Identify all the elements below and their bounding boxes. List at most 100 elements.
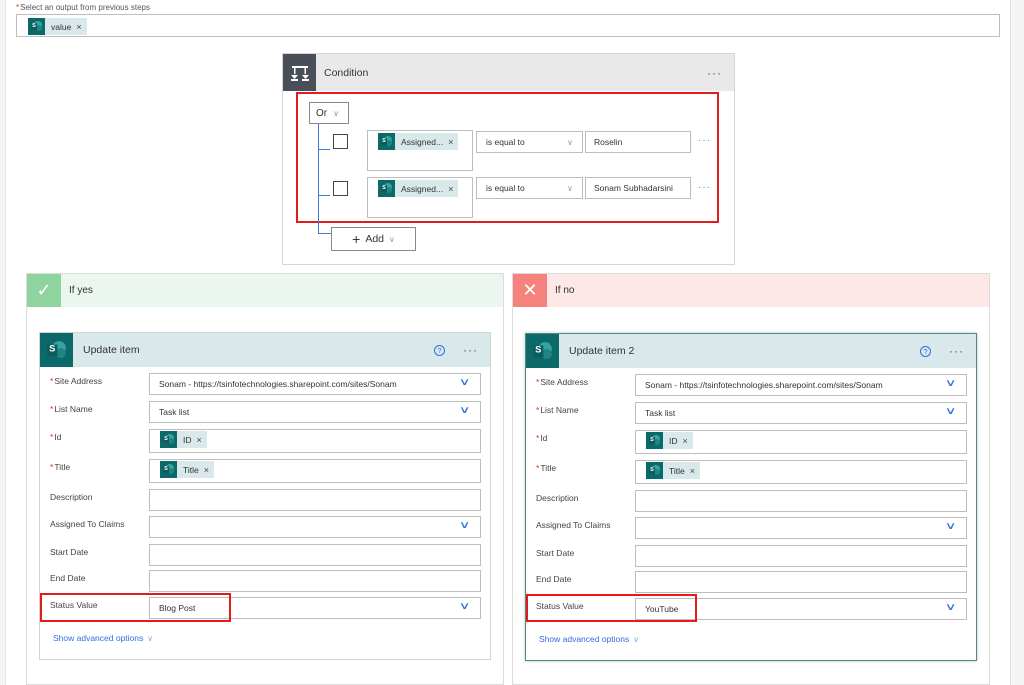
if-no-label: If no <box>555 285 575 296</box>
row-checkbox[interactable] <box>333 134 348 149</box>
if-yes-header[interactable]: ✓ If yes <box>27 274 503 307</box>
add-button[interactable]: + Add ∨ <box>331 227 416 251</box>
select-output-label: *Select an output from previous steps <box>16 3 150 12</box>
sharepoint-icon: S <box>160 431 177 448</box>
condition-value-input[interactable]: Roselin <box>585 131 691 153</box>
field-assigned-to-claims: Assigned To Claims ∨ <box>40 516 490 538</box>
remove-token-icon[interactable]: × <box>197 435 202 445</box>
group-operator-dropdown[interactable]: Or ∨ <box>309 102 349 124</box>
required-mark: * <box>536 405 540 415</box>
id-input[interactable]: S ID × <box>149 429 481 453</box>
assigned-to-claims-dropdown[interactable]: ∨ <box>149 516 481 538</box>
title-token[interactable]: S Title × <box>646 462 701 479</box>
field-label: Description <box>50 492 93 502</box>
value-token[interactable]: S value × <box>28 18 87 35</box>
more-options-icon[interactable]: ··· <box>463 343 478 357</box>
remove-token-icon[interactable]: × <box>683 436 688 446</box>
show-advanced-options-link[interactable]: Show advanced options ∨ <box>53 633 153 643</box>
site-address-dropdown[interactable]: Sonam - https://tsinfotechnologies.share… <box>149 373 481 395</box>
field-label: *Title <box>536 463 556 473</box>
label-text: Id <box>54 432 62 442</box>
condition-operator-dropdown[interactable]: is equal to ∨ <box>476 131 583 153</box>
remove-token-icon[interactable]: × <box>76 22 81 32</box>
field-list-name: *List Name Task list ∨ <box>526 402 976 424</box>
token-label: value <box>51 21 72 32</box>
field-label: *Title <box>50 462 70 472</box>
start-date-input[interactable] <box>149 544 481 566</box>
title-input[interactable]: S Title × <box>635 460 967 484</box>
description-input[interactable] <box>149 489 481 511</box>
chevron-down-icon: ∨ <box>944 378 957 389</box>
tree-line <box>318 124 319 233</box>
more-options-icon[interactable]: ··· <box>949 344 964 358</box>
field-label: Assigned To Claims <box>536 520 611 530</box>
field-label: *List Name <box>536 405 579 415</box>
description-input[interactable] <box>635 490 967 512</box>
id-token[interactable]: S ID × <box>160 431 207 448</box>
help-icon[interactable]: ? <box>434 344 445 356</box>
token-label: Assigned... <box>401 183 444 194</box>
field-end-date: End Date <box>40 570 490 592</box>
select-output-field[interactable]: S value × <box>16 14 1000 37</box>
sharepoint-icon: S <box>28 18 45 35</box>
title-token[interactable]: S Title × <box>160 461 215 478</box>
assigned-token[interactable]: S Assigned... × <box>378 133 459 150</box>
condition-header[interactable]: Condition ··· <box>283 54 734 91</box>
remove-token-icon[interactable]: × <box>204 465 209 475</box>
advanced-label: Show advanced options <box>53 633 144 643</box>
condition-title: Condition <box>324 66 369 79</box>
flow-designer-canvas: *Select an output from previous steps S … <box>0 0 1024 685</box>
close-icon: ✕ <box>513 274 547 307</box>
required-mark: * <box>50 462 54 472</box>
row-more-icon[interactable]: ··· <box>698 182 711 193</box>
end-date-input[interactable] <box>635 571 967 593</box>
title-input[interactable]: S Title × <box>149 459 481 483</box>
field-label: Assigned To Claims <box>50 519 125 529</box>
field-description: Description <box>40 489 490 511</box>
remove-token-icon[interactable]: × <box>448 184 453 194</box>
help-icon[interactable]: ? <box>920 345 931 357</box>
list-name-dropdown[interactable]: Task list ∨ <box>149 401 481 423</box>
remove-token-icon[interactable]: × <box>690 466 695 476</box>
assigned-to-claims-dropdown[interactable]: ∨ <box>635 517 967 539</box>
condition-icon <box>283 54 316 91</box>
more-options-icon[interactable]: ··· <box>707 66 722 80</box>
condition-left-operand[interactable]: S Assigned... × <box>367 177 473 218</box>
update-item-header[interactable]: S Update item ? ··· <box>40 333 490 367</box>
chevron-down-icon: ∨ <box>333 108 339 118</box>
sharepoint-icon: S <box>40 333 73 367</box>
field-start-date: Start Date <box>40 544 490 566</box>
field-description: Description <box>526 490 976 512</box>
chevron-down-icon: ∨ <box>633 635 640 644</box>
tree-branch-line <box>318 149 330 150</box>
start-date-input[interactable] <box>635 545 967 567</box>
list-name-dropdown[interactable]: Task list ∨ <box>635 402 967 424</box>
id-token[interactable]: S ID × <box>646 432 693 449</box>
condition-operator-dropdown[interactable]: is equal to ∨ <box>476 177 583 199</box>
field-label: *Site Address <box>536 377 588 387</box>
advanced-label: Show advanced options <box>539 634 630 644</box>
assigned-token[interactable]: S Assigned... × <box>378 180 459 197</box>
scrollbar[interactable] <box>1010 0 1024 685</box>
remove-token-icon[interactable]: × <box>448 137 453 147</box>
end-date-input[interactable] <box>149 570 481 592</box>
site-address-dropdown[interactable]: Sonam - https://tsinfotechnologies.share… <box>635 374 967 396</box>
check-icon: ✓ <box>27 274 61 307</box>
id-input[interactable]: S ID × <box>635 430 967 454</box>
update-item-2-header[interactable]: S Update item 2 ? ··· <box>526 334 976 368</box>
add-label: Add <box>365 233 384 245</box>
action-title: Update item 2 <box>569 345 635 357</box>
row-checkbox[interactable] <box>333 181 348 196</box>
required-mark: * <box>536 433 540 443</box>
if-no-header[interactable]: ✕ If no <box>513 274 989 307</box>
chevron-down-icon: ∨ <box>147 634 154 643</box>
condition-left-operand[interactable]: S Assigned... × <box>367 130 473 171</box>
show-advanced-options-link[interactable]: Show advanced options ∨ <box>539 634 639 644</box>
chevron-down-icon: ∨ <box>567 137 573 147</box>
row-more-icon[interactable]: ··· <box>698 135 711 146</box>
sharepoint-icon: S <box>378 180 395 197</box>
field-label: Start Date <box>50 547 89 557</box>
field-title: *Title S Title × <box>40 459 490 483</box>
condition-value-input[interactable]: Sonam Subhadarsini <box>585 177 691 199</box>
select-output-label-text: Select an output from previous steps <box>20 3 150 12</box>
